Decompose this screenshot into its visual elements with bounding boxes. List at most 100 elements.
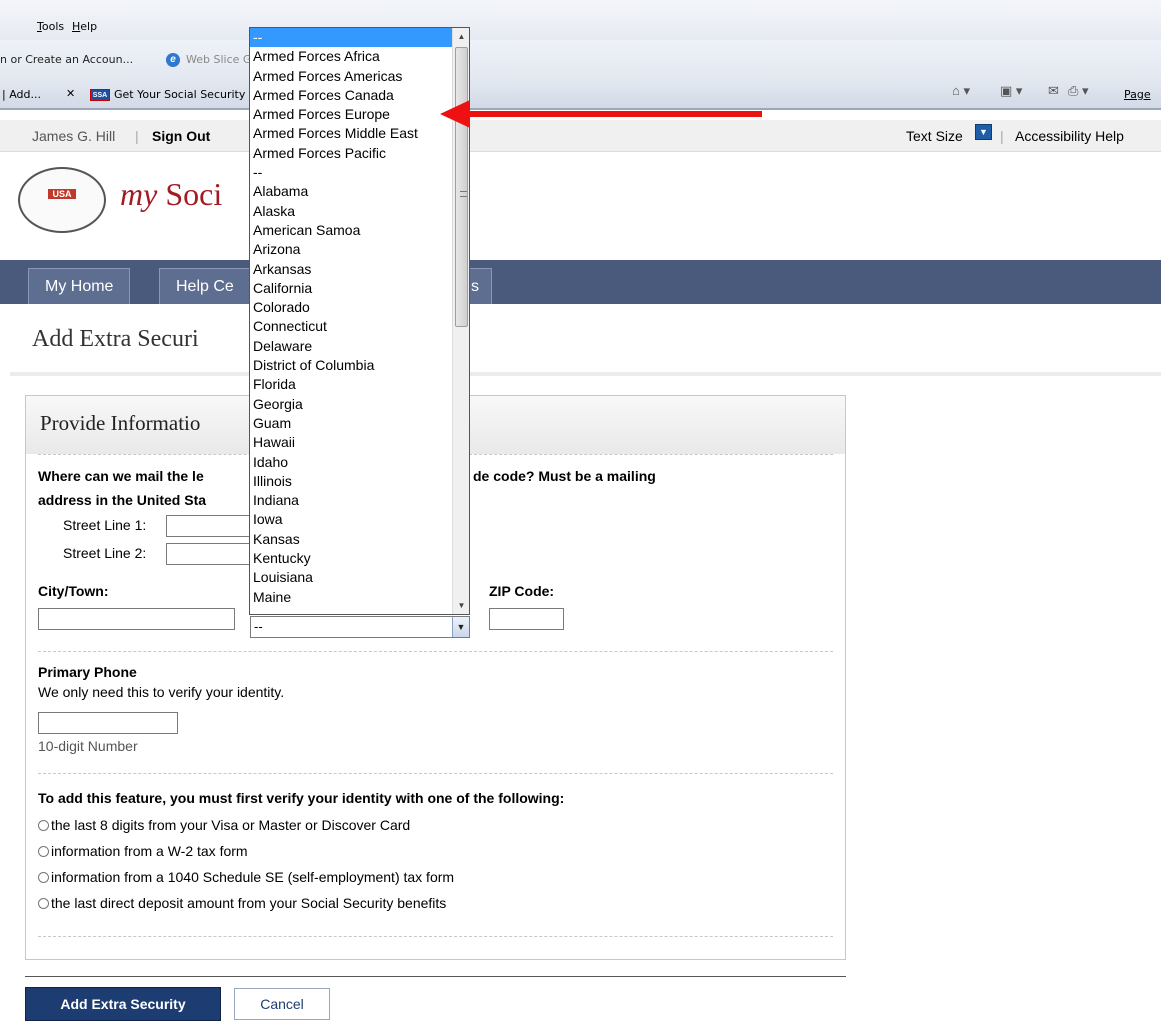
dropdown-option[interactable]: American Samoa (250, 221, 452, 240)
panel-title: Provide Informatio (40, 411, 201, 435)
city-label: City/Town: (38, 583, 109, 599)
zip-input[interactable] (489, 608, 564, 630)
cancel-button[interactable]: Cancel (234, 988, 330, 1020)
radio-1040[interactable] (38, 872, 49, 883)
home-icon[interactable]: ⌂ ▾ (952, 83, 970, 99)
dropdown-items: -- Armed Forces Africa Armed Forces Americ… (250, 28, 469, 607)
dropdown-option[interactable]: Armed Forces Canada (250, 86, 452, 105)
dropdown-option[interactable]: Iowa (250, 510, 452, 529)
dropdown-option[interactable]: Kansas (250, 530, 452, 549)
state-dropdown-list[interactable]: -- Armed Forces Africa Armed Forces Americ… (249, 27, 470, 615)
phone-hint: 10-digit Number (38, 738, 138, 754)
dropdown-option[interactable]: Idaho (250, 453, 452, 472)
ssa-seal-logo: USA (18, 167, 106, 233)
scroll-up-icon[interactable]: ▲ (453, 28, 469, 45)
verify-option-w2[interactable]: information from a W-2 tax form (38, 843, 248, 859)
favorite-web-slice[interactable]: Web Slice G (186, 53, 251, 66)
street1-input[interactable] (166, 515, 250, 537)
dropdown-option[interactable]: Illinois (250, 472, 452, 491)
dropdown-option[interactable]: Maine (250, 588, 452, 607)
nav-tab-help-center[interactable]: Help Ce (159, 268, 255, 304)
chevron-down-icon[interactable]: ▼ (452, 617, 469, 637)
state-select[interactable]: -- ▼ (250, 616, 470, 638)
dropdown-option[interactable]: Florida (250, 375, 452, 394)
dropdown-option[interactable]: Armed Forces Pacific (250, 144, 452, 163)
radio-w2[interactable] (38, 846, 49, 857)
city-input[interactable] (38, 608, 235, 630)
dropdown-option[interactable]: Louisiana (250, 568, 452, 587)
street2-label: Street Line 2: (63, 545, 147, 561)
browser-menubar: Tools Help (0, 0, 1161, 40)
divider (38, 773, 833, 774)
tab-get-social-security[interactable]: Get Your Social Security (114, 88, 245, 101)
verify-option-label: information from a 1040 Schedule SE (sel… (51, 869, 455, 885)
feeds-icon[interactable]: ▣ ▾ (1000, 83, 1022, 99)
brand-my: my (120, 176, 158, 212)
add-extra-security-button[interactable]: Add Extra Security (25, 987, 221, 1021)
zip-label: ZIP Code: (489, 583, 555, 599)
actions-divider (25, 976, 846, 977)
nav-tab-my-home[interactable]: My Home (28, 268, 131, 304)
scroll-down-icon[interactable]: ▼ (453, 597, 469, 614)
dropdown-option[interactable]: Armed Forces Africa (250, 47, 452, 66)
dropdown-option[interactable]: Armed Forces Americas (250, 67, 452, 86)
tab-close-icon[interactable]: ✕ (66, 87, 75, 100)
text-size-dropdown-icon[interactable]: ▼ (975, 124, 992, 140)
dropdown-option[interactable]: Hawaii (250, 433, 452, 452)
dropdown-option[interactable]: Arkansas (250, 260, 452, 279)
separator: | (135, 128, 139, 144)
mail-icon[interactable]: ✉ (1048, 83, 1059, 99)
dropdown-option[interactable]: Armed Forces Middle East (250, 124, 452, 143)
menu-help[interactable]: Help (72, 20, 97, 33)
dropdown-option[interactable]: Guam (250, 414, 452, 433)
verify-option-label: the last 8 digits from your Visa or Mast… (51, 817, 411, 833)
phone-label: Primary Phone (38, 664, 137, 680)
user-name: James G. Hill (32, 128, 116, 144)
scroll-thumb[interactable] (455, 47, 468, 327)
verify-option-card[interactable]: the last 8 digits from your Visa or Mast… (38, 817, 410, 833)
mail-question-line2: address in the United Sta (38, 492, 207, 508)
dropdown-option[interactable]: -- (250, 163, 452, 182)
brand-rest: Soci (165, 176, 223, 212)
street2-input[interactable] (166, 543, 250, 565)
brand-title: my Soci (120, 176, 222, 213)
dropdown-option[interactable]: -- (250, 28, 452, 48)
dropdown-option[interactable]: Alabama (250, 182, 452, 201)
mail-question-end: de code? Must be a mailing (473, 468, 656, 484)
dropdown-option[interactable]: Kentucky (250, 549, 452, 568)
verify-option-label: the last direct deposit amount from your… (51, 895, 447, 911)
street1-label: Street Line 1: (63, 517, 147, 533)
dropdown-option[interactable]: Georgia (250, 395, 452, 414)
text-size-label: Text Size (906, 128, 963, 144)
dropdown-option[interactable]: Indiana (250, 491, 452, 510)
verify-option-1040[interactable]: information from a 1040 Schedule SE (sel… (38, 869, 454, 885)
accessibility-help-link[interactable]: Accessibility Help (1015, 128, 1124, 144)
radio-deposit[interactable] (38, 898, 49, 909)
page-title: Add Extra Securi (32, 326, 199, 352)
grip-icon (460, 191, 467, 197)
favorite-create-account[interactable]: n or Create an Accoun... (0, 53, 133, 66)
red-annotation-arrow-icon (440, 100, 762, 128)
state-select-value: -- (254, 619, 263, 634)
dropdown-option[interactable]: Colorado (250, 298, 452, 317)
verify-heading: To add this feature, you must first veri… (38, 790, 565, 806)
verify-option-label: information from a W-2 tax form (51, 843, 248, 859)
title-divider (10, 372, 1161, 376)
dropdown-option[interactable]: Alaska (250, 202, 452, 221)
ssa-favicon: SSA (90, 89, 110, 101)
radio-card[interactable] (38, 820, 49, 831)
sign-out-link[interactable]: Sign Out (152, 128, 210, 144)
print-icon[interactable]: ⎙ ▾ (1068, 83, 1089, 99)
phone-input[interactable] (38, 712, 178, 734)
dropdown-option[interactable]: California (250, 279, 452, 298)
verify-option-deposit[interactable]: the last direct deposit amount from your… (38, 895, 446, 911)
dropdown-option[interactable]: Delaware (250, 337, 452, 356)
toolbar-page-menu[interactable]: Page (1124, 88, 1151, 101)
tab-add[interactable]: | Add... (2, 88, 41, 101)
dropdown-option[interactable]: Connecticut (250, 317, 452, 336)
dropdown-option[interactable]: District of Columbia (250, 356, 452, 375)
dropdown-option[interactable]: Arizona (250, 240, 452, 259)
menu-tools[interactable]: Tools (37, 20, 64, 33)
dropdown-option[interactable]: Armed Forces Europe (250, 105, 452, 124)
divider (38, 651, 833, 652)
